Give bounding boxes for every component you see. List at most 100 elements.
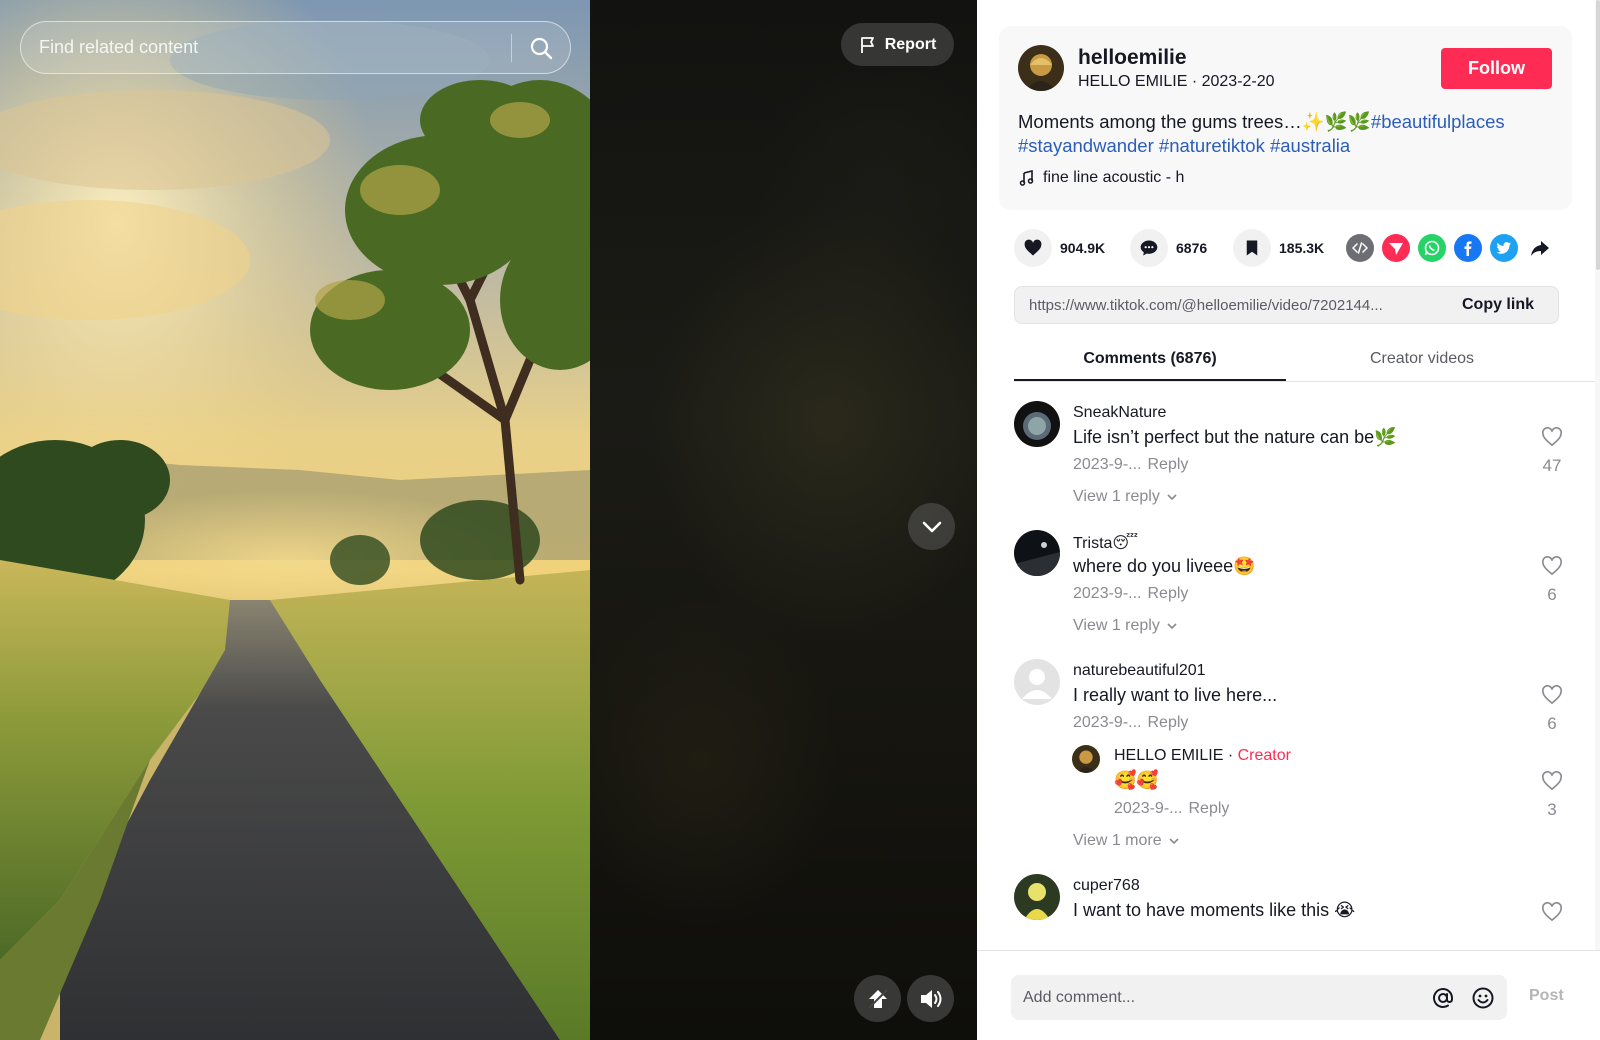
avatar-image xyxy=(1072,745,1100,773)
hashtag-link[interactable]: #australia xyxy=(1270,135,1350,156)
reply-button[interactable]: Reply xyxy=(1188,800,1229,817)
comment-username[interactable]: Trista😴 xyxy=(1073,533,1138,553)
search-bar[interactable] xyxy=(20,21,571,74)
reply-button[interactable]: Reply xyxy=(1147,714,1188,731)
emoji-button[interactable] xyxy=(1463,978,1503,1018)
facebook-share-button[interactable] xyxy=(1454,234,1482,262)
floating-player-button[interactable] xyxy=(854,975,901,1022)
video-player-area[interactable]: Report xyxy=(0,0,977,1040)
save-action[interactable]: 185.3K xyxy=(1233,229,1324,267)
like-button[interactable] xyxy=(1014,229,1052,267)
comment-like-button[interactable]: 6 xyxy=(1532,556,1572,605)
comment-count: 6876 xyxy=(1176,240,1208,256)
reply-like-button[interactable]: 3 xyxy=(1532,771,1572,820)
copy-link-button[interactable]: Copy link xyxy=(1438,296,1558,314)
facebook-icon xyxy=(1464,241,1472,256)
comment-avatar[interactable] xyxy=(1014,659,1060,705)
creator-badge: Creator xyxy=(1237,747,1291,764)
comment-like-count: 47 xyxy=(1542,456,1562,475)
video-landscape-image xyxy=(0,0,590,1040)
author-display-name: HELLO EMILIE xyxy=(1078,73,1188,90)
video-frame[interactable] xyxy=(0,0,590,1040)
share-link-box: https://www.tiktok.com/@helloemilie/vide… xyxy=(1014,286,1559,324)
comment-username[interactable]: naturebeautiful201 xyxy=(1073,662,1206,680)
reply-user-name: HELLO EMILIE xyxy=(1114,747,1224,764)
author-avatar[interactable] xyxy=(1018,45,1064,91)
chevron-down-icon xyxy=(922,521,941,532)
send-to-friends-button[interactable] xyxy=(1382,234,1410,262)
comment-input[interactable] xyxy=(1011,975,1423,1020)
chevron-down-icon xyxy=(1167,494,1177,501)
description-text: Moments among the gums trees…✨🌿🌿 xyxy=(1018,111,1371,132)
music-link[interactable]: fine line acoustic - h xyxy=(1019,169,1184,187)
comment-text: I want to have moments like this 😭 xyxy=(1073,900,1356,920)
twitter-share-button[interactable] xyxy=(1490,234,1518,262)
comment-action[interactable]: 6876 xyxy=(1130,229,1207,267)
comment-button[interactable] xyxy=(1130,229,1168,267)
avatar-image xyxy=(1014,874,1060,920)
comment-avatar[interactable] xyxy=(1014,401,1060,447)
follow-button[interactable]: Follow xyxy=(1441,48,1552,89)
comment-like-button[interactable] xyxy=(1532,902,1572,927)
author-subtitle: HELLO EMILIE · 2023-2-20 xyxy=(1078,73,1275,90)
reply-text: 🥰🥰 xyxy=(1114,770,1159,790)
heart-outline-icon xyxy=(1542,556,1562,576)
like-action[interactable]: 904.9K xyxy=(1014,229,1105,267)
comment-meta: 2023-9-... Reply xyxy=(1073,456,1188,474)
comment-like-button[interactable]: 6 xyxy=(1532,685,1572,734)
author-username[interactable]: helloemilie xyxy=(1078,46,1187,70)
comment-avatar[interactable] xyxy=(1014,530,1060,576)
comment-input-bar: Post xyxy=(977,950,1600,1040)
paper-plane-icon xyxy=(1389,243,1403,255)
reply-button[interactable]: Reply xyxy=(1147,585,1188,602)
floating-player-icon xyxy=(867,988,888,1009)
volume-button[interactable] xyxy=(907,975,954,1022)
comment-username[interactable]: SneakNature xyxy=(1073,404,1166,422)
save-button[interactable] xyxy=(1233,229,1271,267)
embed-code-icon xyxy=(1352,242,1368,254)
whatsapp-share-button[interactable] xyxy=(1418,234,1446,262)
tab-creator-videos[interactable]: Creator videos xyxy=(1286,338,1558,381)
comment-avatar[interactable] xyxy=(1014,874,1060,920)
post-date: 2023-2-20 xyxy=(1201,73,1275,90)
reply-avatar[interactable] xyxy=(1072,745,1100,773)
reply-date: 2023-9-... xyxy=(1114,800,1183,817)
comment-like-button[interactable]: 47 xyxy=(1532,427,1572,476)
view-replies-button[interactable]: View 1 reply xyxy=(1073,488,1178,506)
music-title: fine line acoustic - h xyxy=(1043,169,1185,186)
search-input[interactable] xyxy=(21,22,511,73)
comments-list[interactable]: SneakNature Life isn’t perfect but the n… xyxy=(1014,395,1574,950)
twitter-bird-icon xyxy=(1496,242,1511,254)
more-share-button[interactable] xyxy=(1526,234,1554,262)
report-button[interactable]: Report xyxy=(841,23,954,66)
panel-scrollbar-thumb[interactable] xyxy=(1596,0,1600,270)
mention-button[interactable] xyxy=(1423,978,1463,1018)
comment-text: where do you liveee🤩 xyxy=(1073,556,1256,576)
whatsapp-icon xyxy=(1424,240,1440,256)
comment-input-wrapper xyxy=(1011,975,1507,1020)
next-video-button[interactable] xyxy=(908,503,955,550)
chevron-down-icon xyxy=(1167,623,1177,630)
comment-meta: 2023-9-... Reply xyxy=(1073,714,1188,732)
post-comment-button[interactable]: Post xyxy=(1529,987,1564,1005)
tab-comments[interactable]: Comments (6876) xyxy=(1014,338,1286,381)
embed-share-button[interactable] xyxy=(1346,234,1374,262)
heart-outline-icon xyxy=(1542,427,1562,447)
reply-username[interactable]: HELLO EMILIE · Creator xyxy=(1114,747,1291,765)
comment-date: 2023-9-... xyxy=(1073,456,1142,473)
default-avatar-icon xyxy=(1014,659,1060,705)
view-more-replies-button[interactable]: View 1 more xyxy=(1073,832,1180,850)
search-button[interactable] xyxy=(512,22,570,73)
view-replies-label: View 1 reply xyxy=(1073,617,1160,634)
author-avatar-image xyxy=(1018,45,1064,91)
hashtag-link[interactable]: #stayandwander xyxy=(1018,135,1154,156)
at-sign-icon xyxy=(1433,987,1453,1008)
reply-button[interactable]: Reply xyxy=(1147,456,1188,473)
hashtag-link[interactable]: #beautifulplaces xyxy=(1371,111,1505,132)
hashtag-link[interactable]: #naturetiktok xyxy=(1159,135,1265,156)
comment-username[interactable]: cuper768 xyxy=(1073,877,1140,895)
view-replies-button[interactable]: View 1 reply xyxy=(1073,617,1178,635)
share-link-url[interactable]: https://www.tiktok.com/@helloemilie/vide… xyxy=(1015,297,1438,314)
comment-bubble-icon xyxy=(1140,240,1158,256)
view-replies-label: View 1 reply xyxy=(1073,488,1160,505)
